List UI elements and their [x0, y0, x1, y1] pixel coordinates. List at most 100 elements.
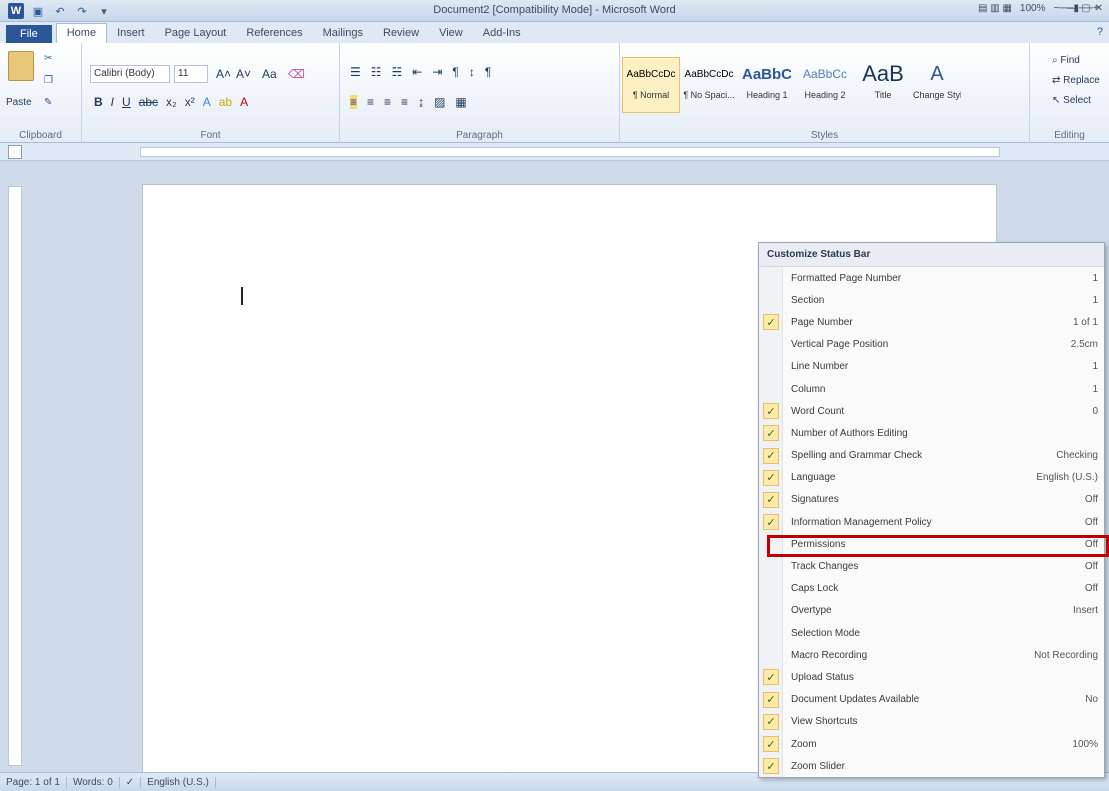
font-color-icon[interactable]: A [240, 95, 248, 109]
font-format-row: B I U abc x₂ x² A ab A [94, 95, 248, 109]
status-page[interactable]: Page: 1 of 1 [0, 776, 67, 788]
checkmark-icon: ✓ [763, 469, 779, 486]
select-button[interactable]: ↖ Select [1052, 95, 1091, 106]
menu-item[interactable]: Macro Recording Not Recording [759, 644, 1104, 666]
tab-mailings[interactable]: Mailings [313, 24, 373, 43]
status-language[interactable]: English (U.S.) [141, 776, 216, 788]
menu-item-label: Section [791, 294, 825, 306]
style-title[interactable]: AaB Title [854, 57, 912, 113]
italic-icon[interactable]: I [111, 95, 114, 109]
menu-item[interactable]: Track Changes Off [759, 555, 1104, 577]
highlight-icon[interactable]: ab [219, 95, 232, 109]
tab-view[interactable]: View [429, 24, 473, 43]
increase-indent-icon[interactable]: ⇥ [432, 65, 442, 79]
font-name-field[interactable]: Calibri (Body) [90, 65, 170, 83]
tab-home[interactable]: Home [55, 23, 108, 43]
menu-item[interactable]: ✓ Spelling and Grammar Check Checking [759, 445, 1104, 467]
sort-icon[interactable]: ↕ [469, 65, 475, 79]
menu-item[interactable]: Column 1 [759, 378, 1104, 400]
superscript-icon[interactable]: x² [185, 95, 195, 109]
style-no-spacing[interactable]: AaBbCcDc ¶ No Spaci... [680, 57, 738, 113]
menu-item-label: Line Number [791, 361, 849, 373]
tab-page-layout[interactable]: Page Layout [155, 24, 237, 43]
status-words[interactable]: Words: 0 [67, 776, 120, 788]
tab-selector[interactable] [8, 145, 22, 159]
subscript-icon[interactable]: x₂ [166, 95, 177, 109]
rtl-icon[interactable]: ¶ [452, 65, 458, 79]
tab-add-ins[interactable]: Add-Ins [473, 24, 531, 43]
numbering-icon[interactable]: ☷ [371, 65, 382, 79]
menu-item[interactable]: Selection Mode [759, 622, 1104, 644]
borders-icon[interactable]: ▦ [455, 95, 466, 109]
menu-item-label: Information Management Policy [791, 516, 932, 528]
help-icon[interactable]: ? [1097, 26, 1103, 38]
menu-item[interactable]: ✓ Word Count 0 [759, 400, 1104, 422]
menu-item[interactable]: ✓ Zoom Slider [759, 755, 1104, 777]
justify-icon[interactable]: ≡ [401, 95, 408, 109]
menu-item[interactable]: ✓ Page Number 1 of 1 [759, 311, 1104, 333]
cut-icon[interactable]: ✂ [44, 53, 52, 64]
tab-insert[interactable]: Insert [107, 24, 155, 43]
align-left-icon[interactable]: ≡ [350, 95, 358, 109]
strikethrough-icon[interactable]: abc [139, 95, 158, 109]
menu-item-label: Selection Mode [791, 627, 860, 639]
find-button[interactable]: ⌕ Find [1052, 55, 1080, 66]
font-size-field[interactable]: 11 [174, 65, 208, 83]
zoom-slider-icon[interactable]: −──▮──+ [1053, 3, 1099, 14]
menu-item[interactable]: Line Number 1 [759, 356, 1104, 378]
view-shortcuts-icon[interactable]: ▤ ▥ ▦ [978, 3, 1012, 14]
bullets-icon[interactable]: ☰ [350, 65, 361, 79]
menu-item[interactable]: ✓ Zoom 100% [759, 733, 1104, 755]
shrink-font-icon[interactable]: A˅ [236, 67, 251, 81]
select-icon: ↖ [1052, 95, 1064, 106]
checkmark-icon: ✓ [763, 514, 779, 531]
style-normal[interactable]: AaBbCcDc ¶ Normal [622, 57, 680, 113]
grow-font-icon[interactable]: A˄ [216, 67, 231, 81]
menu-item[interactable]: ✓ View Shortcuts [759, 711, 1104, 733]
align-right-icon[interactable]: ≡ [384, 95, 391, 109]
copy-icon[interactable]: ❐ [44, 75, 53, 86]
checkmark-icon: ✓ [763, 713, 779, 730]
status-zoom[interactable]: 100% [1020, 3, 1046, 14]
change-case-icon[interactable]: Aa [262, 67, 277, 81]
menu-item[interactable]: Vertical Page Position 2.5cm [759, 334, 1104, 356]
menu-item[interactable]: Overtype Insert [759, 600, 1104, 622]
align-center-icon[interactable]: ≡ [367, 95, 374, 109]
menu-item[interactable]: ✓ Upload Status [759, 666, 1104, 688]
menu-item[interactable]: Formatted Page Number 1 [759, 267, 1104, 289]
clear-formatting-icon[interactable]: ⌫ [288, 67, 305, 81]
horizontal-ruler[interactable] [0, 143, 1109, 161]
decrease-indent-icon[interactable]: ⇤ [412, 65, 422, 79]
shading-icon[interactable]: ▨ [434, 95, 445, 109]
menu-item[interactable]: ✓ Document Updates Available No [759, 689, 1104, 711]
vertical-ruler[interactable] [8, 186, 22, 766]
tab-references[interactable]: References [236, 24, 312, 43]
menu-item[interactable]: ✓ Information Management Policy Off [759, 511, 1104, 533]
style-heading-2[interactable]: AaBbCc Heading 2 [796, 57, 854, 113]
replace-button[interactable]: ⇄ Replace [1052, 75, 1100, 86]
show-marks-icon[interactable]: ¶ [485, 65, 491, 79]
paragraph-top-row: ☰ ☷ ☵ ⇤ ⇥ ¶ ↕ ¶ [350, 65, 491, 79]
menu-item-label: Page Number [791, 316, 853, 328]
format-painter-icon[interactable]: ✎ [44, 97, 52, 108]
checkmark-icon [763, 581, 779, 597]
line-spacing-icon[interactable]: ↨ [418, 95, 424, 109]
menu-item[interactable]: ✓ Number of Authors Editing [759, 422, 1104, 444]
tab-file[interactable]: File [6, 25, 52, 43]
paste-icon[interactable] [8, 51, 34, 81]
tab-review[interactable]: Review [373, 24, 429, 43]
style-heading-1[interactable]: AaBbC Heading 1 [738, 57, 796, 113]
underline-icon[interactable]: U [122, 95, 131, 109]
ruler-track[interactable] [140, 147, 1000, 157]
paste-button[interactable]: Paste [6, 97, 32, 108]
menu-item[interactable]: ✓ Signatures Off [759, 489, 1104, 511]
styles-gallery: AaBbCcDc ¶ Normal AaBbCcDc ¶ No Spaci...… [622, 57, 962, 113]
change-styles-button[interactable]: A Change Styles [912, 57, 962, 113]
bold-icon[interactable]: B [94, 95, 103, 109]
proofing-icon[interactable]: ✓ [120, 776, 142, 788]
menu-item[interactable]: ✓ Language English (U.S.) [759, 467, 1104, 489]
menu-item[interactable]: Section 1 [759, 289, 1104, 311]
multilevel-list-icon[interactable]: ☵ [392, 65, 403, 79]
menu-item[interactable]: Caps Lock Off [759, 578, 1104, 600]
text-effects-icon[interactable]: A [203, 95, 211, 109]
